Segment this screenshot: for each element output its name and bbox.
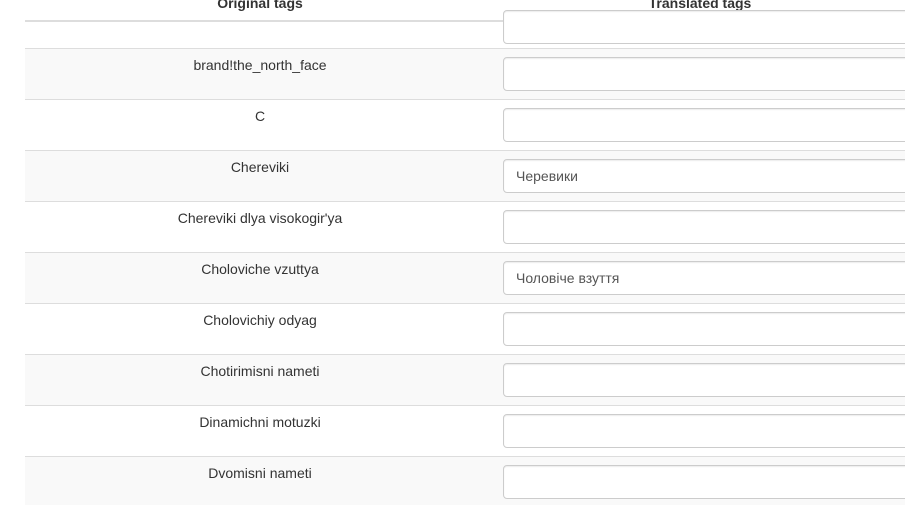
translated-tag-cell bbox=[495, 355, 905, 405]
table-row: Chereviki bbox=[25, 150, 905, 201]
original-tag: Cholovichiy odyag bbox=[203, 312, 317, 328]
translated-tag-cell bbox=[495, 151, 905, 201]
tag-translation-view: Original tags Translated tags brand!the_… bbox=[0, 0, 905, 505]
translated-tag-input[interactable] bbox=[503, 414, 905, 448]
table-row: Cholovichiy odyag bbox=[25, 303, 905, 354]
table-row: Chereviki dlya visokogir'ya bbox=[25, 201, 905, 252]
original-tag: C bbox=[254, 108, 266, 124]
translated-tag-cell bbox=[495, 202, 905, 252]
translated-tag-cell bbox=[495, 49, 905, 99]
translated-tag-cell bbox=[495, 253, 905, 303]
translated-tag-input[interactable] bbox=[503, 210, 905, 244]
table-row: Chotirimisni nameti bbox=[25, 354, 905, 405]
original-tag: Chotirimisni nameti bbox=[200, 363, 320, 379]
translated-tag-cell bbox=[495, 406, 905, 456]
table-row: Dinamichni motuzki bbox=[25, 405, 905, 456]
original-tag: Dvomisni nameti bbox=[208, 465, 312, 481]
original-tag: brand!the_north_face bbox=[193, 57, 327, 73]
table-row: Choloviche vzuttya bbox=[25, 252, 905, 303]
translated-tag-input[interactable] bbox=[503, 465, 905, 499]
original-tags-header: Original tags bbox=[217, 0, 303, 11]
original-tag: Chereviki dlya visokogir'ya bbox=[177, 210, 343, 226]
translated-tag-input[interactable] bbox=[503, 312, 905, 346]
translated-tag-input[interactable] bbox=[503, 261, 905, 295]
translated-tag-input[interactable] bbox=[503, 108, 905, 142]
translated-tag-input[interactable] bbox=[503, 363, 905, 397]
translated-tag-input[interactable] bbox=[503, 10, 905, 44]
translated-tag-cell bbox=[495, 304, 905, 354]
table-row: brand!the_north_face bbox=[25, 48, 905, 99]
original-tag: Chereviki bbox=[230, 159, 290, 175]
translated-tag-input[interactable] bbox=[503, 159, 905, 193]
table-row: Dvomisni nameti bbox=[25, 456, 905, 505]
translated-tag-cell bbox=[495, 457, 905, 505]
tags-table: Original tags Translated tags brand!the_… bbox=[25, 0, 905, 505]
table-row: C bbox=[25, 99, 905, 150]
translated-tag-cell bbox=[495, 100, 905, 150]
original-tag bbox=[25, 22, 495, 48]
table-row bbox=[25, 10, 905, 48]
translated-tag-input[interactable] bbox=[503, 57, 905, 91]
translated-tag-cell bbox=[495, 10, 905, 48]
original-tag: Dinamichni motuzki bbox=[199, 414, 321, 430]
original-tag: Choloviche vzuttya bbox=[201, 261, 319, 277]
